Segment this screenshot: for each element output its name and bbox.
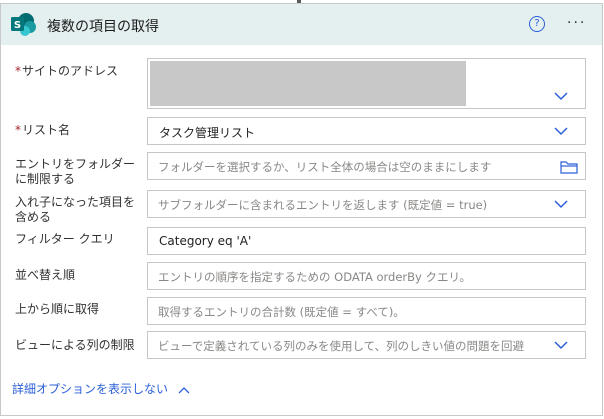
chevron-down-icon[interactable] xyxy=(554,92,568,101)
chevron-down-icon[interactable] xyxy=(554,200,568,209)
required-mark: * xyxy=(15,123,21,137)
hide-advanced-options-link[interactable]: 詳細オプションを表示しない xyxy=(12,380,190,397)
folder-placeholder: フォルダーを選択するか、リスト全体の場合は空のままにします xyxy=(158,160,492,174)
filter-query-input[interactable]: Category eq 'A' xyxy=(147,227,586,255)
action-card: S 複数の項目の取得 ? ··· *サイトのアドレス *リスト名 タスク管理リス… xyxy=(0,3,603,416)
card-title: 複数の項目の取得 xyxy=(47,19,159,35)
chevron-up-icon xyxy=(178,386,190,393)
filter-query-label: フィルター クエリ xyxy=(15,232,115,246)
sharepoint-icon: S xyxy=(11,13,36,36)
view-columns-label: ビューによる列の制限 xyxy=(15,338,135,352)
nested-items-label: 入れ子になった項目を 含める xyxy=(15,195,136,224)
site-address-value-redacted xyxy=(150,61,466,106)
list-name-label: *リスト名 xyxy=(15,123,71,137)
sharepoint-icon-letter: S xyxy=(14,20,21,31)
view-columns-dropdown[interactable]: ビューで定義されている列のみを使用して、列のしきい値の問題を回避 xyxy=(147,331,586,359)
order-by-placeholder: エントリの順序を指定するための ODATA orderBy クエリ。 xyxy=(158,270,472,284)
filter-query-value: Category eq 'A' xyxy=(159,234,252,248)
list-name-value: タスク管理リスト xyxy=(159,126,256,140)
chevron-down-icon[interactable] xyxy=(554,127,568,136)
folder-icon[interactable] xyxy=(560,160,578,174)
order-by-label: 並べ替え順 xyxy=(15,268,76,282)
chevron-down-icon[interactable] xyxy=(554,341,568,350)
required-mark: * xyxy=(15,64,21,78)
site-address-dropdown[interactable] xyxy=(147,58,586,109)
order-by-input[interactable]: エントリの順序を指定するための ODATA orderBy クエリ。 xyxy=(147,262,586,290)
site-address-label: *サイトのアドレス xyxy=(15,64,119,78)
hide-advanced-options-label: 詳細オプションを表示しない xyxy=(12,382,169,396)
nested-items-placeholder: サブフォルダーに含まれるエントリを返します (既定値 = true) xyxy=(158,198,488,212)
help-circle-icon[interactable]: ? xyxy=(529,16,545,32)
top-count-input[interactable]: 取得するエントリの合計数 (既定値 = すべて)。 xyxy=(147,297,586,325)
top-count-placeholder: 取得するエントリの合計数 (既定値 = すべて)。 xyxy=(158,305,405,319)
folder-input[interactable]: フォルダーを選択するか、リスト全体の場合は空のままにします xyxy=(147,152,586,180)
nested-items-dropdown[interactable]: サブフォルダーに含まれるエントリを返します (既定値 = true) xyxy=(147,190,586,218)
view-columns-placeholder: ビューで定義されている列のみを使用して、列のしきい値の問題を回避 xyxy=(158,339,525,353)
card-header[interactable]: S 複数の項目の取得 ? ··· xyxy=(1,4,602,45)
folder-label: エントリをフォルダー に制限する xyxy=(15,157,136,186)
more-options-icon[interactable]: ··· xyxy=(567,15,586,31)
top-count-label: 上から順に取得 xyxy=(15,302,100,316)
list-name-dropdown[interactable]: タスク管理リスト xyxy=(147,117,586,145)
